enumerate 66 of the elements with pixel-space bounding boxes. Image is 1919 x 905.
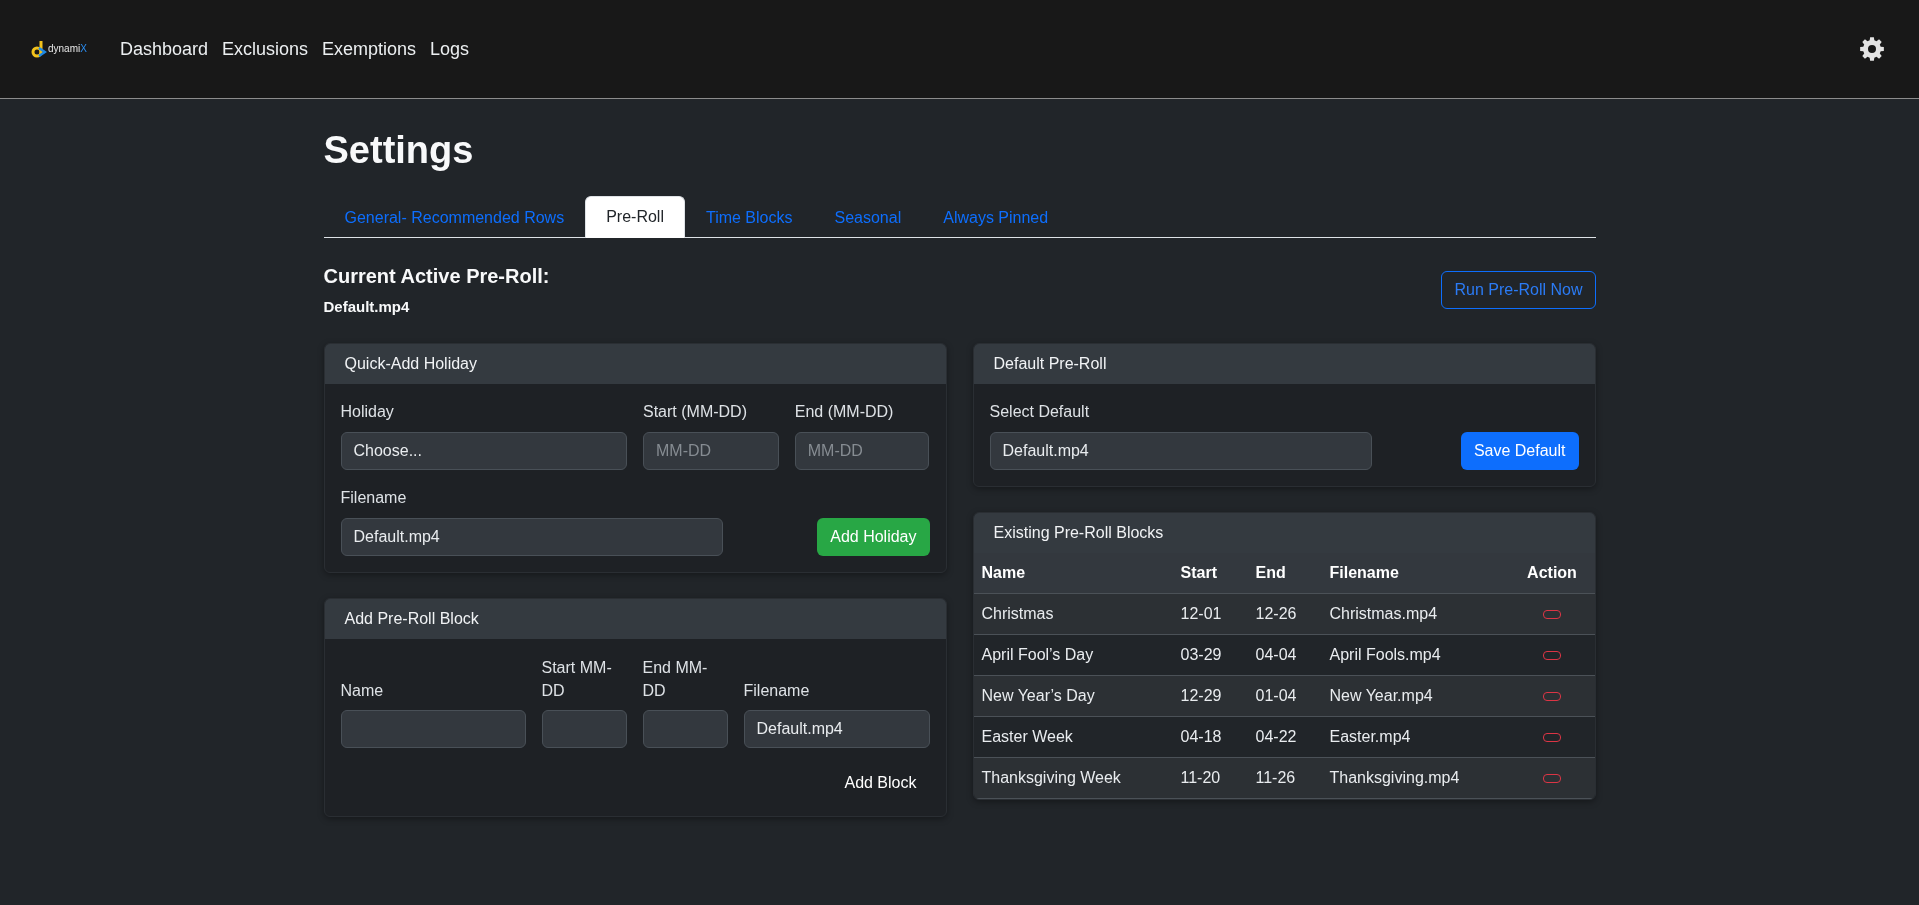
column-header: End: [1247, 553, 1322, 594]
add-block-button[interactable]: Add Block: [831, 764, 930, 802]
run-preroll-button[interactable]: Run Pre-Roll Now: [1441, 271, 1596, 309]
table-cell: Christmas: [973, 593, 1173, 635]
action-button[interactable]: [1543, 774, 1561, 784]
tab[interactable]: Pre-Roll: [585, 196, 685, 238]
table-cell: Easter.mp4: [1321, 716, 1510, 758]
input-field[interactable]: MM-DD: [794, 432, 930, 470]
input-field[interactable]: Default.mp4: [340, 518, 723, 556]
action-button[interactable]: [1543, 692, 1561, 702]
column-header: Filename: [1321, 553, 1510, 594]
table-cell: 11-26: [1247, 757, 1322, 799]
input-field[interactable]: [642, 710, 728, 748]
field-label: Filename: [340, 488, 408, 508]
table-cell: April Fools.mp4: [1321, 634, 1510, 676]
action-button[interactable]: [1543, 733, 1561, 743]
field-label: End MM-DD: [642, 658, 709, 701]
column-header: Start: [1172, 553, 1248, 594]
save-default-button[interactable]: Save Default: [1460, 432, 1579, 470]
table-cell: Christmas.mp4: [1321, 593, 1510, 635]
table-cell: Easter Week: [973, 716, 1173, 758]
field-label: Filename: [743, 681, 811, 701]
section-heading: Current Active Pre-Roll:: [323, 264, 550, 288]
field-label: Start MM-DD: [541, 658, 613, 701]
logo-text: dynamiX: [48, 43, 87, 55]
input-field[interactable]: Default.mp4: [989, 432, 1372, 470]
card-header: Add Pre-Roll Block: [324, 599, 946, 639]
table-cell: April Fool’s Day: [973, 634, 1173, 676]
table-cell: 01-04: [1247, 675, 1322, 717]
table-cell: Thanksgiving Week: [973, 757, 1173, 799]
input-field[interactable]: [340, 710, 526, 748]
field-label: Holiday: [340, 402, 395, 422]
action-button[interactable]: [1543, 610, 1561, 620]
card-header: Default Pre-Roll: [973, 344, 1595, 384]
nav-link[interactable]: Exclusions: [215, 29, 316, 69]
nav-link[interactable]: Exemptions: [315, 29, 424, 69]
nav-link[interactable]: Logs: [423, 29, 477, 69]
table-cell: 11-20: [1172, 757, 1248, 799]
column-header: Name: [973, 553, 1173, 594]
action-button[interactable]: [1543, 651, 1561, 661]
logo-icon: [31, 40, 47, 58]
page-title: Settings: [323, 128, 475, 173]
table-cell: 04-22: [1247, 716, 1322, 758]
nav-link[interactable]: Dashboard: [112, 29, 215, 69]
input-field[interactable]: MM-DD: [643, 432, 779, 470]
table-cell: 04-18: [1172, 716, 1248, 758]
table-cell: 04-04: [1247, 634, 1322, 676]
table-cell: New Year’s Day: [973, 675, 1173, 717]
input-field[interactable]: Default.mp4: [743, 710, 930, 748]
settings-icon[interactable]: [1860, 37, 1884, 61]
table-cell: New Year.mp4: [1321, 675, 1510, 717]
active-filename: Default.mp4: [323, 297, 411, 316]
table-cell: 03-29: [1172, 634, 1248, 676]
table-cell: Thanksgiving.mp4: [1321, 757, 1510, 799]
table-cell: 12-01: [1172, 593, 1248, 635]
input-field[interactable]: [541, 710, 627, 748]
card-header: Existing Pre-Roll Blocks: [973, 513, 1595, 553]
table-cell: 12-26: [1247, 593, 1322, 635]
table-cell: 12-29: [1172, 675, 1248, 717]
column-header: Action: [1509, 553, 1595, 594]
field-label: Name: [340, 681, 385, 701]
card-header: Quick-Add Holiday: [324, 344, 946, 384]
field-label: End (MM-DD): [794, 402, 895, 422]
field-label: Start (MM-DD): [643, 402, 748, 422]
input-field[interactable]: Choose...: [340, 432, 627, 470]
field-label: Select Default: [989, 402, 1091, 422]
